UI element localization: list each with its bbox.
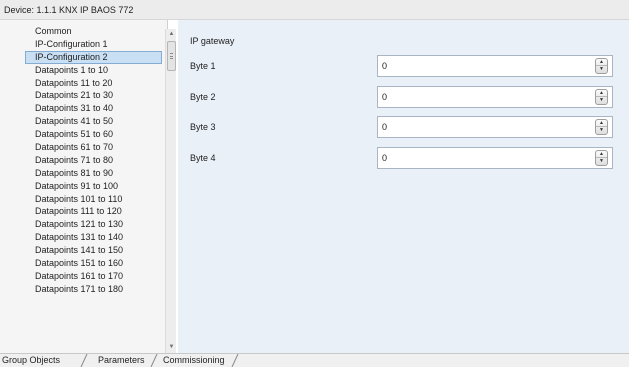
param-row-byte-3: Byte 3 0 ▲ ▼ bbox=[178, 116, 629, 138]
byte-1-spinner[interactable]: ▲ ▼ bbox=[595, 58, 608, 74]
byte-4-input[interactable]: 0 ▲ ▼ bbox=[377, 147, 613, 169]
spin-down-icon[interactable]: ▼ bbox=[596, 97, 607, 104]
tab-separator bbox=[80, 354, 88, 367]
param-row-byte-4: Byte 4 0 ▲ ▼ bbox=[178, 147, 629, 169]
scroll-up-arrow-icon[interactable]: ▲ bbox=[166, 29, 177, 40]
sidebar-item-datapoints-31-40[interactable]: Datapoints 31 to 40 bbox=[0, 102, 167, 115]
param-row-byte-2: Byte 2 0 ▲ ▼ bbox=[178, 86, 629, 108]
byte-2-spinner[interactable]: ▲ ▼ bbox=[595, 89, 608, 105]
sidebar-scrollbar[interactable]: ▲ ▼ bbox=[165, 29, 176, 353]
tab-separator bbox=[231, 354, 239, 367]
device-title-bar: Device: 1.1.1 KNX IP BAOS 772 bbox=[0, 0, 629, 20]
spin-down-icon[interactable]: ▼ bbox=[596, 66, 607, 73]
spin-down-icon[interactable]: ▼ bbox=[596, 127, 607, 134]
parameter-group-list: Common IP-Configuration 1 IP-Configurati… bbox=[0, 25, 167, 296]
byte-3-value[interactable]: 0 bbox=[382, 122, 387, 132]
sidebar-item-datapoints-91-100[interactable]: Datapoints 91 to 100 bbox=[0, 180, 167, 193]
param-label: Byte 3 bbox=[190, 122, 216, 132]
scroll-down-arrow-icon[interactable]: ▼ bbox=[166, 342, 177, 353]
sidebar-item-datapoints-101-110[interactable]: Datapoints 101 to 110 bbox=[0, 193, 167, 206]
byte-1-value[interactable]: 0 bbox=[382, 61, 387, 71]
device-label: Device: 1.1.1 KNX IP BAOS 772 bbox=[4, 5, 134, 15]
parameter-panel: IP gateway Byte 1 0 ▲ ▼ Byte 2 0 ▲ ▼ Byt… bbox=[178, 20, 629, 353]
sidebar-item-datapoints-61-70[interactable]: Datapoints 61 to 70 bbox=[0, 141, 167, 154]
sidebar-item-ip-configuration-1[interactable]: IP-Configuration 1 bbox=[0, 38, 167, 51]
section-title: IP gateway bbox=[190, 36, 235, 46]
tab-commissioning[interactable]: Commissioning bbox=[163, 354, 225, 367]
sidebar-item-datapoints-41-50[interactable]: Datapoints 41 to 50 bbox=[0, 115, 167, 128]
bottom-tab-bar: Group Objects Parameters Commissioning bbox=[0, 353, 629, 367]
byte-4-spinner[interactable]: ▲ ▼ bbox=[595, 150, 608, 166]
sidebar-item-datapoints-131-140[interactable]: Datapoints 131 to 140 bbox=[0, 231, 167, 244]
sidebar-item-datapoints-21-30[interactable]: Datapoints 21 to 30 bbox=[0, 89, 167, 102]
parameter-group-tree: Common IP-Configuration 1 IP-Configurati… bbox=[0, 20, 168, 353]
sidebar-item-datapoints-111-120[interactable]: Datapoints 111 to 120 bbox=[0, 205, 167, 218]
sidebar-item-datapoints-51-60[interactable]: Datapoints 51 to 60 bbox=[0, 128, 167, 141]
sidebar-item-datapoints-161-170[interactable]: Datapoints 161 to 170 bbox=[0, 270, 167, 283]
byte-2-value[interactable]: 0 bbox=[382, 92, 387, 102]
scrollbar-thumb[interactable] bbox=[167, 41, 176, 71]
byte-2-input[interactable]: 0 ▲ ▼ bbox=[377, 86, 613, 108]
sidebar-item-datapoints-81-90[interactable]: Datapoints 81 to 90 bbox=[0, 167, 167, 180]
byte-4-value[interactable]: 0 bbox=[382, 153, 387, 163]
tab-group-objects[interactable]: Group Objects bbox=[2, 354, 60, 367]
sidebar-item-ip-configuration-2[interactable]: IP-Configuration 2 bbox=[25, 50, 162, 64]
spin-up-icon[interactable]: ▲ bbox=[596, 59, 607, 66]
sidebar-item-common[interactable]: Common bbox=[0, 25, 167, 38]
byte-1-input[interactable]: 0 ▲ ▼ bbox=[377, 55, 613, 77]
tab-separator bbox=[150, 354, 158, 367]
spin-up-icon[interactable]: ▲ bbox=[596, 90, 607, 97]
scrollbar-grip-icon bbox=[170, 53, 173, 59]
sidebar-item-datapoints-11-20[interactable]: Datapoints 11 to 20 bbox=[0, 77, 167, 90]
spin-up-icon[interactable]: ▲ bbox=[596, 151, 607, 158]
byte-3-input[interactable]: 0 ▲ ▼ bbox=[377, 116, 613, 138]
param-label: Byte 2 bbox=[190, 92, 216, 102]
tab-parameters[interactable]: Parameters bbox=[98, 354, 145, 367]
param-row-byte-1: Byte 1 0 ▲ ▼ bbox=[178, 55, 629, 77]
sidebar-item-datapoints-71-80[interactable]: Datapoints 71 to 80 bbox=[0, 154, 167, 167]
sidebar-item-datapoints-1-10[interactable]: Datapoints 1 to 10 bbox=[0, 64, 167, 77]
byte-3-spinner[interactable]: ▲ ▼ bbox=[595, 119, 608, 135]
spin-down-icon[interactable]: ▼ bbox=[596, 158, 607, 165]
sidebar-item-datapoints-121-130[interactable]: Datapoints 121 to 130 bbox=[0, 218, 167, 231]
sidebar-item-datapoints-141-150[interactable]: Datapoints 141 to 150 bbox=[0, 244, 167, 257]
spin-up-icon[interactable]: ▲ bbox=[596, 120, 607, 127]
sidebar-item-datapoints-171-180[interactable]: Datapoints 171 to 180 bbox=[0, 283, 167, 296]
sidebar-item-datapoints-151-160[interactable]: Datapoints 151 to 160 bbox=[0, 257, 167, 270]
param-label: Byte 1 bbox=[190, 61, 216, 71]
param-label: Byte 4 bbox=[190, 153, 216, 163]
